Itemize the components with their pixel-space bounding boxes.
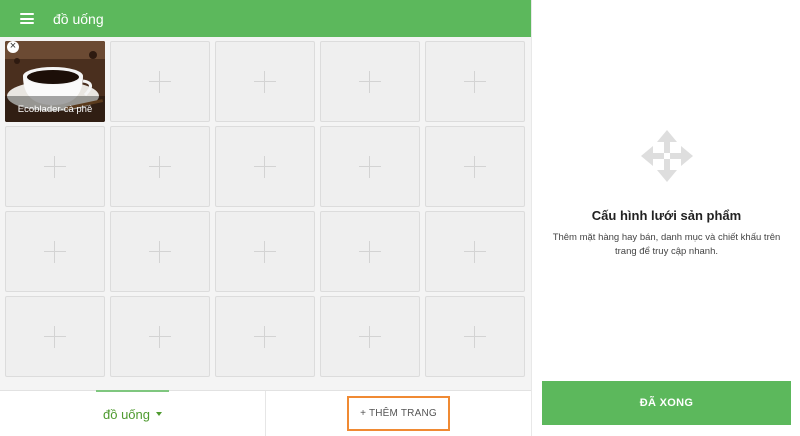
empty-grid-slot[interactable] [320,41,420,122]
plus-icon [44,240,66,263]
add-page-button[interactable]: + THÊM TRANG [347,396,450,431]
plus-icon [44,155,66,178]
empty-grid-slot[interactable] [425,211,525,292]
top-app-bar: đồ uống [0,0,531,37]
empty-grid-slot[interactable] [320,296,420,377]
empty-grid-slot[interactable] [110,41,210,122]
plus-icon [359,155,381,178]
empty-grid-slot[interactable] [215,211,315,292]
product-tile[interactable]: Ecoblader-cà phê × [5,41,105,122]
caret-down-icon [156,412,162,416]
page-tabs-bar: đồ uống + THÊM TRANG [0,390,531,436]
empty-grid-slot[interactable] [5,296,105,377]
empty-grid-slot[interactable] [215,126,315,207]
plus-icon [464,240,486,263]
empty-grid-slot[interactable] [110,211,210,292]
plus-icon [464,155,486,178]
empty-grid-slot[interactable] [5,211,105,292]
empty-grid-slot[interactable] [5,126,105,207]
close-icon[interactable]: × [7,41,19,53]
plus-icon [254,155,276,178]
plus-icon [254,70,276,93]
empty-grid-slot[interactable] [425,41,525,122]
tab-divider [265,391,266,436]
plus-icon [149,325,171,348]
plus-icon [149,155,171,178]
tab-category[interactable]: đồ uống [0,391,265,436]
empty-grid-slot[interactable] [320,211,420,292]
plus-icon [464,325,486,348]
plus-icon [359,240,381,263]
plus-icon [149,240,171,263]
plus-icon [149,70,171,93]
empty-grid-slot[interactable] [110,126,210,207]
product-grid-area: đồ uống Ecoblader-cà phê × đồ uống + THÊ… [0,0,531,436]
config-title: Cấu hình lưới sản phẩm [591,208,742,223]
hamburger-menu-icon[interactable] [20,13,34,24]
move-arrows-icon [641,130,693,182]
plus-icon [254,325,276,348]
tab-category-label: đồ uống [103,406,150,422]
product-label: Ecoblader-cà phê [5,96,105,122]
plus-icon [254,240,276,263]
plus-icon [464,70,486,93]
empty-grid-slot[interactable] [320,126,420,207]
product-grid: Ecoblader-cà phê × [5,41,525,377]
plus-icon [44,325,66,348]
plus-icon [359,325,381,348]
config-description: Thêm mặt hàng hay bán, danh mục và chiết… [552,232,781,257]
empty-grid-slot[interactable] [425,126,525,207]
done-button[interactable]: ĐÃ XONG [542,381,791,425]
config-side-panel: Cấu hình lưới sản phẩm Thêm mặt hàng hay… [531,0,800,436]
plus-icon [359,70,381,93]
page-title: đồ uống [53,10,104,27]
empty-grid-slot[interactable] [425,296,525,377]
empty-grid-slot[interactable] [215,41,315,122]
empty-grid-slot[interactable] [110,296,210,377]
empty-grid-slot[interactable] [215,296,315,377]
